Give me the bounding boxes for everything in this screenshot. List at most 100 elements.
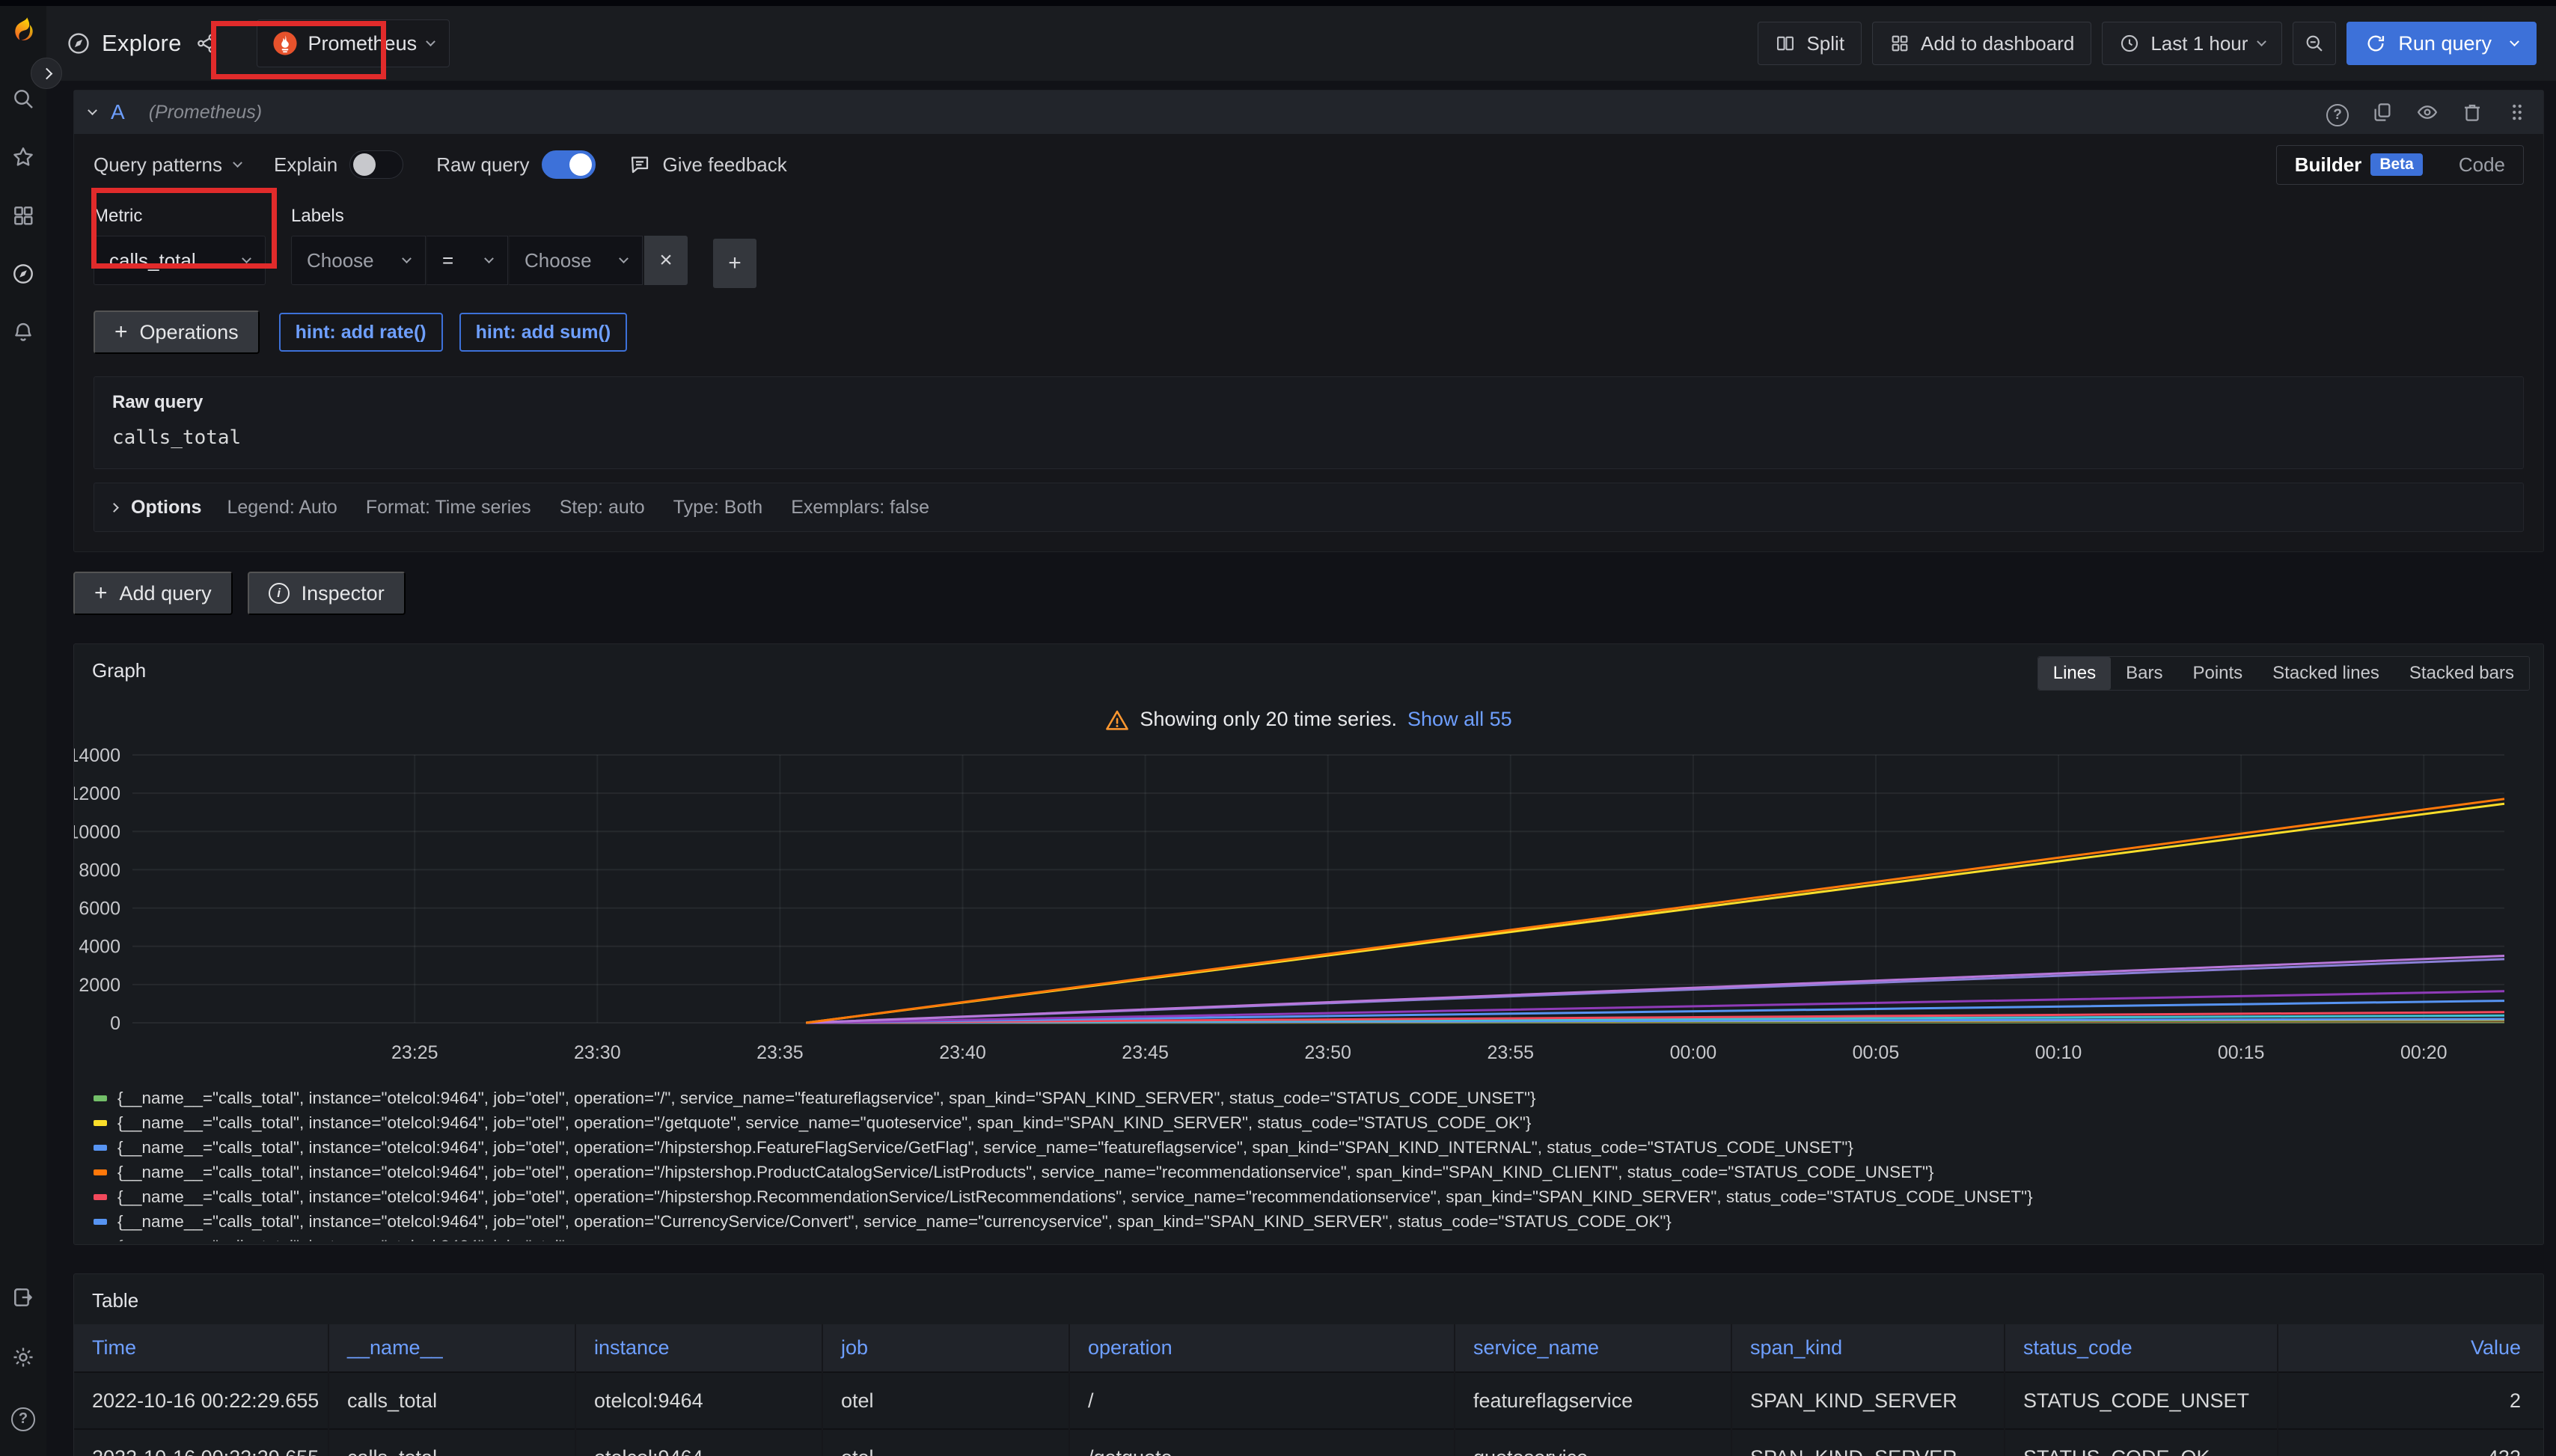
chevron-down-icon: [402, 254, 412, 263]
grafana-logo[interactable]: [7, 15, 40, 48]
results-table: Time__name__instancejoboperationservice_…: [74, 1324, 2543, 1456]
search-icon[interactable]: [11, 87, 35, 111]
hide-response-eye-icon[interactable]: [2416, 101, 2439, 123]
code-tab[interactable]: Code: [2441, 146, 2523, 184]
legend-item[interactable]: {__name__="calls_total", instance="otelc…: [94, 1209, 2536, 1234]
beta-badge: Beta: [2370, 153, 2423, 176]
explain-toggle[interactable]: [349, 150, 403, 179]
zoom-out-button[interactable]: [2293, 22, 2336, 65]
column-header-name[interactable]: __name__: [328, 1324, 575, 1372]
graph-mode-tabs: LinesBarsPointsStacked linesStacked bars: [2037, 656, 2530, 691]
sidebar-expand-button[interactable]: [31, 58, 62, 89]
column-header-servicename[interactable]: service_name: [1455, 1324, 1731, 1372]
column-header-job[interactable]: job: [822, 1324, 1069, 1372]
column-header-statuscode[interactable]: status_code: [2005, 1324, 2278, 1372]
x-axis-tick: 00:00: [1670, 1042, 1717, 1063]
chevron-down-icon: [233, 158, 242, 168]
starred-icon[interactable]: [11, 145, 35, 169]
add-query-button[interactable]: + Add query: [73, 572, 233, 615]
table-cell: calls_total: [328, 1372, 575, 1429]
column-header-operation[interactable]: operation: [1069, 1324, 1455, 1372]
add-query-label: Add query: [120, 582, 212, 605]
query-hint-button[interactable]: hint: add rate(): [279, 313, 443, 352]
x-axis-tick: 23:45: [1122, 1042, 1169, 1063]
chevron-down-icon: [484, 254, 494, 263]
options-summary-item: Type: Both: [673, 497, 763, 519]
x-axis-tick: 00:10: [2035, 1042, 2082, 1063]
alerting-bell-icon[interactable]: [11, 320, 35, 344]
share-icon[interactable]: [195, 32, 218, 55]
graph-mode-tab-lines[interactable]: Lines: [2038, 657, 2111, 690]
run-query-button[interactable]: Run query: [2346, 22, 2537, 65]
dashboards-icon[interactable]: [11, 204, 35, 227]
column-header-instance[interactable]: instance: [575, 1324, 822, 1372]
label-value-select[interactable]: Choose: [508, 236, 643, 285]
show-all-series-link[interactable]: Show all 55: [1407, 708, 1512, 731]
column-header-value[interactable]: Value: [2278, 1324, 2543, 1372]
graph-panel: Graph LinesBarsPointsStacked linesStacke…: [73, 643, 2544, 1245]
legend-item[interactable]: {__name__="calls_total", instance="otelc…: [94, 1135, 2536, 1160]
inspector-button[interactable]: i Inspector: [248, 572, 406, 615]
remove-query-trash-icon[interactable]: [2461, 101, 2483, 123]
collapse-chevron-icon[interactable]: [88, 105, 97, 115]
datasource-picker[interactable]: Prometheus: [257, 19, 450, 67]
split-icon: [1775, 33, 1796, 54]
query-hint-button[interactable]: hint: add sum(): [459, 313, 628, 352]
settings-gear-icon[interactable]: [11, 1345, 35, 1369]
give-feedback-link[interactable]: Give feedback: [629, 153, 787, 177]
metric-labels-row: Metric calls_total Labels Choose: [94, 206, 2524, 288]
window-top-strip: [0, 0, 2556, 6]
legend-item[interactable]: {__name__="calls_total", instance="otelc…: [94, 1160, 2536, 1184]
duplicate-query-icon[interactable]: [2371, 101, 2394, 123]
query-datasource-hint: (Prometheus): [149, 102, 262, 123]
table-cell: 2022-10-16 00:22:29.655: [74, 1429, 328, 1456]
builder-tab[interactable]: Builder Beta: [2277, 146, 2441, 184]
legend-row-clipped: {__name__="calls_total", instance="otelc…: [94, 1234, 2536, 1241]
legend-color-swatch: [94, 1194, 107, 1200]
legend-item[interactable]: {__name__="calls_total", instance="otelc…: [94, 1086, 2536, 1110]
raw-query-label: Raw query: [112, 392, 2505, 413]
warning-icon: [1105, 709, 1129, 731]
explore-compass-icon[interactable]: [11, 262, 35, 286]
explore-title: Explore: [66, 30, 218, 57]
options-row[interactable]: Options Legend: AutoFormat: Time seriesS…: [94, 483, 2524, 532]
y-axis-tick: 14000: [74, 745, 120, 766]
legend-item-label: {__name__="calls_total", instance="otelc…: [117, 1212, 1672, 1232]
table-row: 2022-10-16 00:22:29.655calls_totalotelco…: [74, 1372, 2543, 1429]
x-axis-tick: 23:40: [939, 1042, 986, 1063]
page-title: Explore: [102, 30, 182, 57]
table-cell: STATUS_CODE_OK: [2005, 1429, 2278, 1456]
sign-in-icon[interactable]: [11, 1285, 35, 1309]
query-help-icon[interactable]: ?: [2326, 101, 2349, 123]
remove-label-filter-button[interactable]: ×: [644, 236, 688, 285]
label-value-placeholder: Choose: [525, 249, 592, 272]
column-header-time[interactable]: Time: [74, 1324, 328, 1372]
graph-mode-tab-bars[interactable]: Bars: [2111, 657, 2177, 690]
add-to-dashboard-button[interactable]: Add to dashboard: [1872, 22, 2091, 65]
graph-mode-tab-stacked-bars[interactable]: Stacked bars: [2394, 657, 2529, 690]
metric-select[interactable]: calls_total: [94, 236, 266, 285]
y-axis-tick: 12000: [74, 783, 120, 804]
add-label-filter-button[interactable]: +: [713, 239, 756, 288]
help-icon[interactable]: ?: [11, 1405, 35, 1429]
time-range-picker[interactable]: Last 1 hour: [2102, 22, 2282, 65]
graph-mode-tab-stacked-lines[interactable]: Stacked lines: [2257, 657, 2394, 690]
legend-color-swatch: [94, 1219, 107, 1225]
table-cell: 432: [2278, 1429, 2543, 1456]
prometheus-logo-icon: [272, 31, 298, 56]
graph-mode-tab-points[interactable]: Points: [2177, 657, 2257, 690]
raw-query-toggle[interactable]: [542, 150, 596, 179]
compass-icon: [66, 31, 91, 56]
legend-item[interactable]: {__name__="calls_total", instance="otelc…: [94, 1184, 2536, 1209]
legend-item[interactable]: {__name__="calls_total", instance="otelc…: [94, 1110, 2536, 1135]
column-header-spankind[interactable]: span_kind: [1731, 1324, 2005, 1372]
label-operator-select[interactable]: =: [426, 236, 508, 285]
split-button[interactable]: Split: [1758, 22, 1862, 65]
label-name-select[interactable]: Choose: [291, 236, 426, 285]
add-operation-button[interactable]: + Operations: [94, 311, 260, 354]
drag-grip-icon[interactable]: [2506, 101, 2528, 123]
code-label: Code: [2459, 153, 2505, 177]
query-patterns-dropdown[interactable]: Query patterns: [94, 153, 241, 177]
x-axis-tick: 00:05: [1853, 1042, 1900, 1063]
table-cell: /getquote: [1069, 1429, 1455, 1456]
